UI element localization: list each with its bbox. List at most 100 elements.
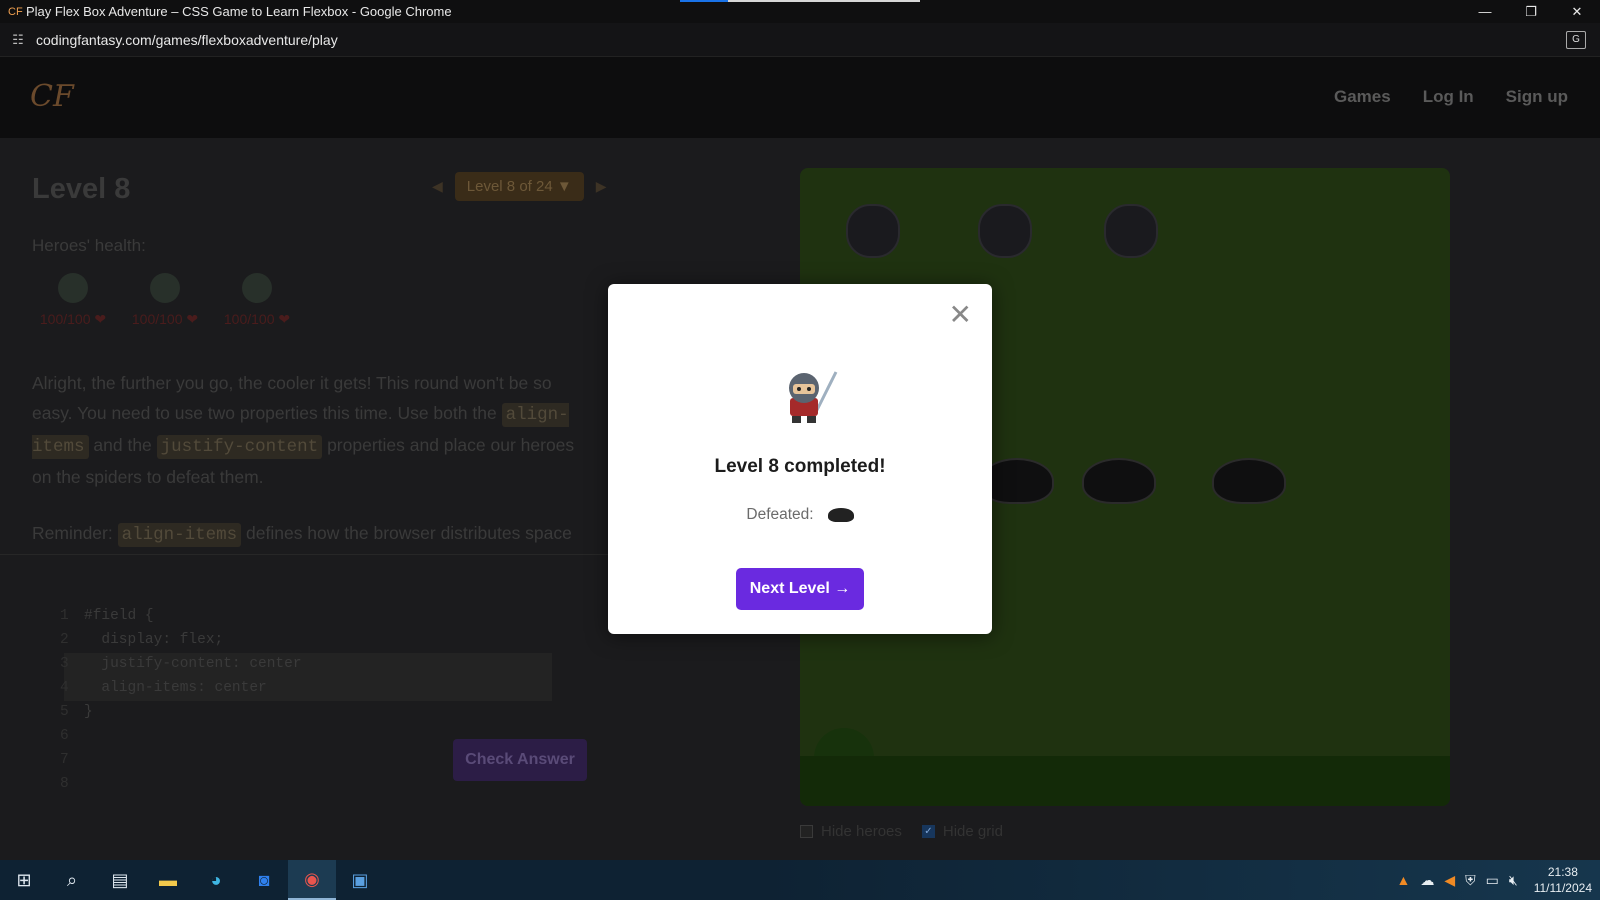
folder-icon[interactable]: ▬ xyxy=(144,860,192,900)
browser-title-bar: CF Play Flex Box Adventure – CSS Game to… xyxy=(0,0,1600,23)
level-selector: ◀ Level 8 of 24 ▼ ▶ xyxy=(432,172,606,201)
line-number: 4 xyxy=(60,680,69,696)
search-icon[interactable]: ⌕ xyxy=(48,860,96,900)
security-icon[interactable]: ⛨ xyxy=(1465,872,1476,889)
hide-grid-label: Hide grid xyxy=(942,823,1003,840)
knight-hero-icon xyxy=(789,371,838,423)
hero-hp: 100/100 ❤ xyxy=(131,311,199,327)
volume-alert-icon[interactable]: ◀ xyxy=(1444,872,1455,889)
hide-heroes-checkbox[interactable] xyxy=(800,825,813,838)
code-line: 3 justify-content: center xyxy=(60,652,560,676)
code-line: 5} xyxy=(60,700,560,724)
defeated-row: Defeated: xyxy=(608,506,992,524)
spider-enemy-icon xyxy=(1082,458,1156,504)
close-window-button[interactable]: ✕ xyxy=(1554,0,1600,23)
line-number: 6 xyxy=(60,728,69,744)
prev-level-icon[interactable]: ◀ xyxy=(432,178,443,195)
code-line: 1 #field { xyxy=(60,604,560,628)
level-description: Alright, the further you go, the cooler … xyxy=(32,368,592,492)
site-nav: Games Log In Sign up xyxy=(1334,87,1568,107)
code-text: } xyxy=(84,704,93,720)
windows-taskbar: ⊞ ⌕ ▤ ▬ ◕ ◙ ◉ ▣ ▲ ☁ ◀ ⛨ ▭ 🔇︎ 21:38 11/11… xyxy=(0,860,1600,900)
check-answer-button[interactable]: Check Answer xyxy=(453,739,587,781)
window-title: Play Flex Box Adventure – CSS Game to Le… xyxy=(26,4,452,19)
story-text-1: Alright, the further you go, the cooler … xyxy=(32,373,552,423)
restore-button[interactable]: ❐ xyxy=(1508,0,1554,23)
hero-health-wizard: 100/100 ❤ xyxy=(124,273,206,328)
network-icon[interactable]: ▭ xyxy=(1486,872,1499,889)
line-number: 7 xyxy=(60,752,69,768)
system-tray: ▲ ☁ ◀ ⛨ ▭ 🔇︎ 21:38 11/11/2024 xyxy=(1397,860,1592,900)
nav-games-link[interactable]: Games xyxy=(1334,87,1391,107)
code-text: display: flex; xyxy=(84,632,224,648)
chrome-icon[interactable]: ◉ xyxy=(288,860,336,900)
speaker-muted-icon[interactable]: 🔇︎ xyxy=(1509,872,1518,889)
line-number: 2 xyxy=(60,632,69,648)
task-view-icon[interactable]: ▤ xyxy=(96,860,144,900)
wizard-sprite-icon xyxy=(978,204,1032,258)
code-line: 2 display: flex; xyxy=(60,628,560,652)
clock-date: 11/11/2024 xyxy=(1533,881,1592,895)
justify-content-keyword: justify-content xyxy=(156,435,323,459)
clock-time: 21:38 xyxy=(1547,865,1578,879)
line-number: 3 xyxy=(60,656,69,672)
level-dropdown[interactable]: Level 8 of 24 ▼ xyxy=(454,172,584,201)
site-favicon-icon: CF xyxy=(8,5,23,18)
site-header: CF Games Log In Sign up xyxy=(0,57,1600,138)
hero-hp: 100/100 ❤ xyxy=(39,311,107,327)
site-info-icon[interactable]: ☷ xyxy=(10,32,26,48)
hero-hp: 100/100 ❤ xyxy=(223,311,291,327)
url-text[interactable]: codingfantasy.com/games/flexboxadventure… xyxy=(36,32,1566,48)
reminder-prefix: Reminder: xyxy=(32,523,113,543)
clock[interactable]: 21:38 11/11/2024 xyxy=(1534,864,1592,896)
hero-health-rogue: 100/100 ❤ xyxy=(216,273,298,328)
address-bar[interactable]: ☷ codingfantasy.com/games/flexboxadventu… xyxy=(0,23,1600,57)
line-number: 1 xyxy=(60,608,69,624)
hide-heroes-toggle[interactable]: Hide heroes xyxy=(800,823,902,840)
code-text: #field { xyxy=(84,608,154,624)
knight-avatar-icon xyxy=(58,273,88,303)
code-text[interactable]: align-items: center xyxy=(84,676,266,700)
reminder-body: defines how the browser distributes spac… xyxy=(246,523,572,543)
edge-icon[interactable]: ◕ xyxy=(192,860,240,900)
app-tray-icon[interactable]: ▲ xyxy=(1397,872,1411,888)
field-toggles: Hide heroes ✓ Hide grid xyxy=(800,823,1003,840)
rogue-avatar-icon xyxy=(242,273,272,303)
and-the-text: and the xyxy=(93,435,152,455)
hero-health-knight: 100/100 ❤ xyxy=(32,273,114,328)
spider-icon xyxy=(827,508,854,522)
spider-enemy-icon xyxy=(1212,458,1286,504)
cloud-icon[interactable]: ☁ xyxy=(1420,872,1434,889)
hide-heroes-label: Hide heroes xyxy=(821,823,902,840)
wizard-avatar-icon xyxy=(150,273,180,303)
hide-grid-toggle[interactable]: ✓ Hide grid xyxy=(921,823,1003,840)
windows-start-icon[interactable]: ⊞ xyxy=(0,860,48,900)
reminder-text: Reminder: align-items defines how the br… xyxy=(32,518,592,550)
translate-icon[interactable]: G xyxy=(1566,30,1586,49)
rogue-sprite-icon xyxy=(1104,204,1158,258)
nav-login-link[interactable]: Log In xyxy=(1423,87,1474,107)
line-number: 8 xyxy=(60,776,69,792)
knight-sprite-icon xyxy=(846,204,900,258)
minimize-button[interactable]: — xyxy=(1462,0,1508,23)
health-label: Heroes' health: xyxy=(32,236,146,255)
screen: CF Play Flex Box Adventure – CSS Game to… xyxy=(0,0,1600,900)
level-complete-heading: Level 8 completed! xyxy=(714,456,886,477)
reminder-keyword: align-items xyxy=(117,523,242,547)
defeated-label: Defeated: xyxy=(746,506,814,523)
line-number: 5 xyxy=(60,704,69,720)
site-logo[interactable]: CF xyxy=(30,79,74,114)
next-level-icon[interactable]: ▶ xyxy=(596,178,607,195)
outlook-icon[interactable]: ◙ xyxy=(240,860,288,900)
heroes-health-list: 100/100 ❤ 100/100 ❤ 100/100 ❤ xyxy=(32,273,298,328)
code-text[interactable]: justify-content: center xyxy=(84,652,301,676)
loading-progress xyxy=(680,0,920,2)
level-complete-modal: ✕ Level 8 completed! Defeated: Next Leve… xyxy=(608,284,992,634)
code-line: 4 align-items: center xyxy=(60,676,560,700)
next-level-button[interactable]: Next Level → xyxy=(736,568,864,610)
window-icon[interactable]: ▣ xyxy=(336,860,384,900)
close-modal-icon[interactable]: ✕ xyxy=(949,301,972,329)
level-title: Level 8 xyxy=(32,173,131,205)
hide-grid-checkbox[interactable]: ✓ xyxy=(921,825,935,838)
nav-signup-link[interactable]: Sign up xyxy=(1506,87,1568,107)
